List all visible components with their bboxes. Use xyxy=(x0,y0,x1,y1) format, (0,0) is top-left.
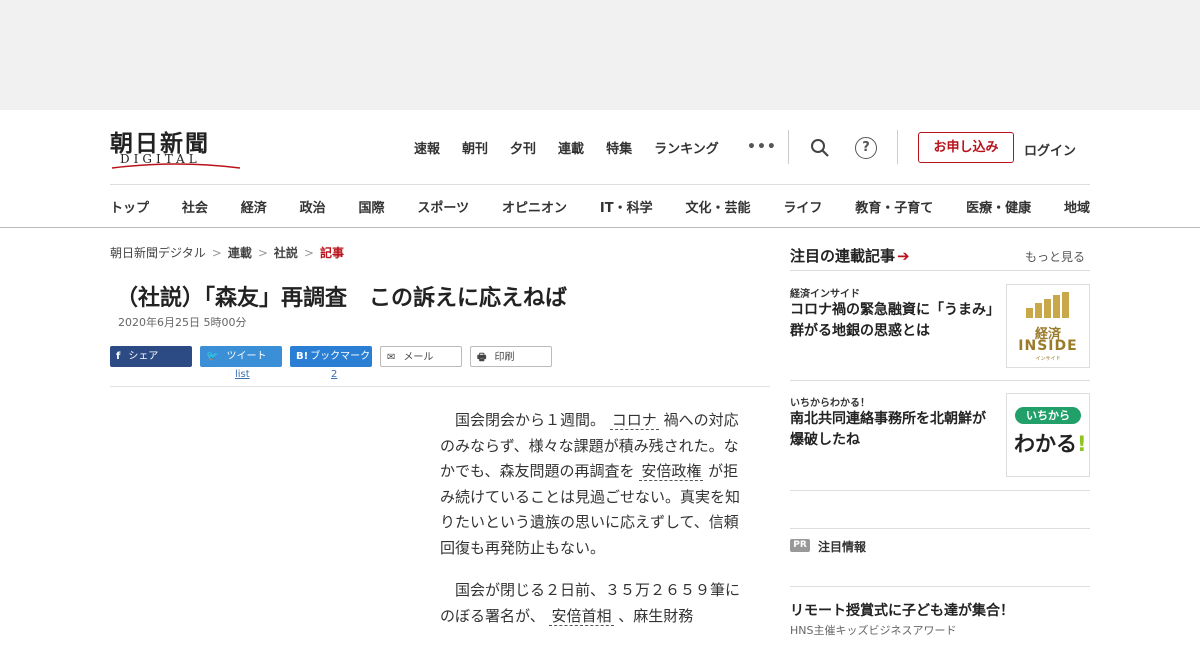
divider xyxy=(788,130,789,164)
nav-yuukan[interactable]: 夕刊 xyxy=(510,138,536,157)
ichikara-wakaru-thumbnail[interactable]: いちから わかる! xyxy=(1006,393,1090,477)
mail-icon: ✉ xyxy=(387,352,396,363)
hatena-count[interactable]: 2 xyxy=(331,369,337,380)
category-top[interactable]: トップ xyxy=(110,197,149,216)
paragraph-text: 、麻生財務 xyxy=(618,606,694,625)
site-logo[interactable]: 朝日新聞 DIGITAL xyxy=(110,124,242,169)
article-body: 国会閉会から１週間。 コロナ 禍への対応のみならず、様々な課題が積み残された。な… xyxy=(440,408,752,646)
nav-sokuho[interactable]: 速報 xyxy=(414,138,440,157)
divider xyxy=(897,130,898,164)
search-icon[interactable] xyxy=(810,138,830,158)
breadcrumb-separator: > xyxy=(303,246,314,260)
hatena-icon: B! xyxy=(296,351,309,362)
twitter-share-button[interactable]: 🐦 ツイート xyxy=(200,346,282,367)
more-menu-icon[interactable]: ••• xyxy=(747,139,777,155)
login-link[interactable]: ログイン xyxy=(1024,140,1076,159)
sidebar-heading-label: 注目の連載記事 xyxy=(790,247,896,265)
category-sports[interactable]: スポーツ xyxy=(417,197,469,216)
site-header: 朝日新聞 DIGITAL 速報 朝刊 夕刊 連載 特集 ランキング ••• ? … xyxy=(0,110,1200,228)
twitter-bird-icon: 🐦 xyxy=(206,351,219,362)
breadcrumb-home[interactable]: 朝日新聞デジタル xyxy=(110,246,206,260)
article-title: （社説）「森友」再調査 この訴えに応えねば xyxy=(116,286,568,311)
category-opinion[interactable]: オピニオン xyxy=(502,197,567,216)
keyword-link-abe-administration[interactable]: 安倍政権 xyxy=(639,462,704,481)
keyword-link-corona[interactable]: コロナ xyxy=(609,411,659,430)
mail-share-button[interactable]: ✉ メール xyxy=(380,346,462,367)
facebook-icon: f xyxy=(116,351,121,362)
breadcrumb-separator: > xyxy=(257,246,268,260)
header-divider xyxy=(110,184,1090,185)
pr-badge: PR xyxy=(790,539,810,552)
nav-choukan[interactable]: 朝刊 xyxy=(462,138,488,157)
category-politics[interactable]: 政治 xyxy=(300,197,326,216)
nav-rensai[interactable]: 連載 xyxy=(558,138,584,157)
sidebar-divider xyxy=(790,528,1090,529)
pr-label: 注目情報 xyxy=(818,540,867,554)
pr-article-subtitle: HNS主催キッズビジネスアワード xyxy=(790,624,957,637)
category-it-science[interactable]: IT・科学 xyxy=(600,197,653,216)
article-date: 2020年6月25日 5時00分 xyxy=(118,316,247,329)
print-button[interactable]: 🖶 印刷 xyxy=(470,346,552,367)
sidebar-heading[interactable]: 注目の連載記事 ➔ xyxy=(790,245,910,266)
sidebar-more-link[interactable]: もっと見る xyxy=(1025,248,1085,265)
nav-ranking[interactable]: ランキング xyxy=(654,138,719,157)
category-culture[interactable]: 文化・芸能 xyxy=(685,197,750,216)
sidebar-divider xyxy=(790,270,1090,271)
pr-article-title[interactable]: リモート授賞式に子ども達が集合！ xyxy=(790,600,1014,620)
paragraph-text: 国会閉会から１週間。 xyxy=(455,411,606,429)
hatena-bookmark-label: ブックマーク xyxy=(310,351,371,362)
breadcrumb-separator: > xyxy=(211,246,222,260)
arrow-right-icon: ➔ xyxy=(897,247,910,265)
breadcrumb-rensai[interactable]: 連載 xyxy=(228,246,252,260)
thumb-text: わかる! xyxy=(1014,428,1087,458)
apply-button[interactable]: お申し込み xyxy=(918,132,1014,163)
thumb-text: インサイド xyxy=(1035,356,1061,362)
thumb-text: INSIDE xyxy=(1018,338,1078,354)
article-paragraph: 国会が閉じる２日前、３５万２６５９筆にのぼる署名が、 安倍首相 、麻生財務 xyxy=(440,578,752,629)
sidebar-item-tag: いちからわかる！ xyxy=(790,398,870,409)
print-label: 印刷 xyxy=(494,352,515,363)
breadcrumb: 朝日新聞デジタル > 連載 > 社説 > 記事 xyxy=(110,244,344,261)
facebook-share-button[interactable]: f シェア xyxy=(110,346,192,367)
nav-tokushu[interactable]: 特集 xyxy=(606,138,632,157)
category-local[interactable]: 地域 xyxy=(1064,197,1090,216)
category-economy[interactable]: 経済 xyxy=(241,197,267,216)
thumb-text: わかる xyxy=(1014,432,1077,456)
thumb-text: いちから xyxy=(1015,407,1081,424)
twitter-share-label: ツイート xyxy=(226,351,267,362)
category-life[interactable]: ライフ xyxy=(783,197,822,216)
sidebar-item-tag: 経済インサイド xyxy=(790,289,860,300)
mail-share-label: メール xyxy=(403,352,434,363)
sidebar-divider xyxy=(790,490,1090,491)
article-divider xyxy=(110,386,770,387)
category-international[interactable]: 国際 xyxy=(359,197,385,216)
category-health[interactable]: 医療・健康 xyxy=(966,197,1031,216)
thumb-text: ! xyxy=(1077,432,1087,456)
category-society[interactable]: 社会 xyxy=(182,197,208,216)
printer-icon: 🖶 xyxy=(477,352,487,363)
twitter-count[interactable]: list xyxy=(235,369,250,380)
sidebar-item-title[interactable]: コロナ禍の緊急融資に「うまみ」 群がる地銀の思惑とは xyxy=(790,300,1007,342)
breadcrumb-current: 記事 xyxy=(319,246,344,260)
article-paragraph: 国会閉会から１週間。 コロナ 禍への対応のみならず、様々な課題が積み残された。な… xyxy=(440,408,752,561)
top-nav: 速報 朝刊 夕刊 連載 特集 ランキング xyxy=(414,138,741,157)
sidebar-divider xyxy=(790,380,1090,381)
hatena-bookmark-button[interactable]: B! ブックマーク xyxy=(290,346,372,367)
ad-banner-area xyxy=(0,0,1200,110)
sidebar-item-title[interactable]: 南北共同連絡事務所を北朝鮮が爆破したね xyxy=(790,409,995,451)
keizai-inside-thumbnail[interactable]: 経済 INSIDE インサイド xyxy=(1006,284,1090,368)
sidebar-divider xyxy=(790,586,1090,587)
category-nav: トップ 社会 経済 政治 国際 スポーツ オピニオン IT・科学 文化・芸能 ラ… xyxy=(110,197,1090,216)
category-education[interactable]: 教育・子育て xyxy=(855,197,933,216)
keyword-link-prime-minister[interactable]: 安倍首相 xyxy=(549,606,614,626)
help-icon[interactable]: ? xyxy=(855,137,877,159)
logo-swoosh-icon xyxy=(111,163,241,169)
facebook-share-label: シェア xyxy=(128,351,159,362)
chart-bars-icon xyxy=(1026,292,1069,318)
breadcrumb-shasetsu[interactable]: 社説 xyxy=(274,246,298,260)
